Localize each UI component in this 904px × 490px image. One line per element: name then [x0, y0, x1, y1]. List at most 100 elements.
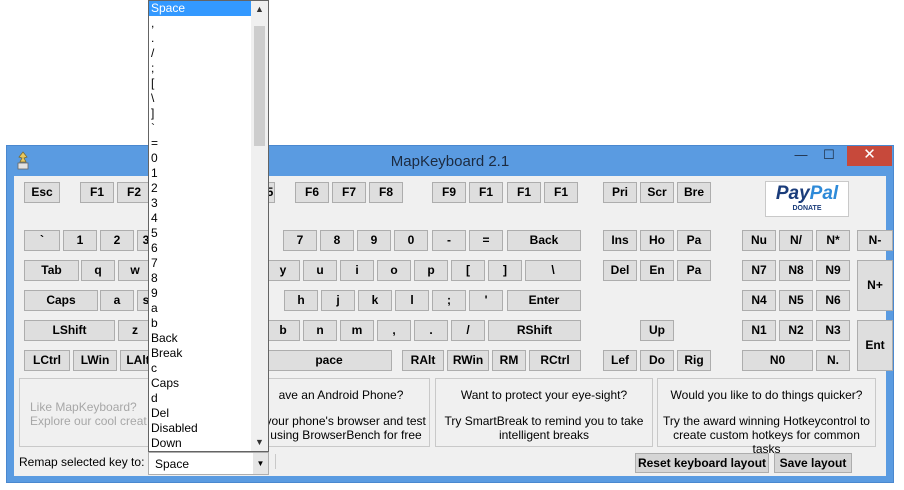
dropdown-option[interactable]: / — [149, 46, 251, 61]
key-f1[interactable]: F1 — [507, 182, 541, 203]
close-button[interactable]: ✕ — [847, 146, 892, 166]
dropdown-list[interactable]: Space,. /;[\] ` = 0 1 2 3 4 5 6 7 8 9 a b Back Break c Caps… — [149, 1, 251, 451]
key-rwin[interactable]: RWin — [447, 350, 489, 371]
key-tab[interactable]: Tab — [24, 260, 79, 281]
remap-key-dropdown[interactable]: Space,. /;[\] ` = 0 1 2 3 4 5 6 7 8 9 a b Back Break c Caps… — [148, 0, 269, 452]
dropdown-option[interactable]: 8 — [149, 271, 251, 286]
key-symbol[interactable]: \ — [525, 260, 581, 281]
key-lctrl[interactable]: LCtrl — [24, 350, 70, 371]
key-ent[interactable]: Ent — [857, 320, 893, 371]
key-l[interactable]: l — [395, 290, 429, 311]
dropdown-option[interactable]: 6 — [149, 241, 251, 256]
key-symbol[interactable]: [ — [451, 260, 485, 281]
key-symbol[interactable]: ` — [24, 230, 60, 251]
key-a[interactable]: a — [100, 290, 134, 311]
dropdown-option[interactable]: ` — [149, 121, 251, 136]
reset-keyboard-layout-button[interactable]: Reset keyboard layout — [635, 453, 769, 473]
dropdown-option[interactable]: Down — [149, 436, 251, 451]
key-o[interactable]: o — [377, 260, 411, 281]
key-f2[interactable]: F2 — [117, 182, 151, 203]
paypal-donate-button[interactable]: PayPal DONATE — [765, 181, 849, 217]
scroll-down-icon[interactable]: ▼ — [251, 434, 268, 451]
promo-hotkey-panel[interactable]: Would you like to do things quicker? Try… — [657, 378, 876, 456]
key-rig[interactable]: Rig — [677, 350, 711, 371]
key-symbol[interactable]: ' — [469, 290, 503, 311]
dropdown-option[interactable]: = — [149, 136, 251, 151]
key-2[interactable]: 2 — [100, 230, 134, 251]
key-pa[interactable]: Pa — [677, 260, 711, 281]
key-f9[interactable]: F9 — [432, 182, 466, 203]
dropdown-option[interactable]: b — [149, 316, 251, 331]
key-lshift[interactable]: LShift — [24, 320, 115, 341]
dropdown-option[interactable]: Disabled — [149, 421, 251, 436]
dropdown-option[interactable]: d — [149, 391, 251, 406]
key-n2[interactable]: N2 — [779, 320, 813, 341]
key-rm[interactable]: RM — [492, 350, 526, 371]
dropdown-option[interactable]: Space — [149, 1, 251, 16]
dropdown-option[interactable]: 4 — [149, 211, 251, 226]
key-pace[interactable]: pace — [266, 350, 392, 371]
key-back[interactable]: Back — [507, 230, 581, 251]
key-n0[interactable]: N0 — [742, 350, 813, 371]
key-ins[interactable]: Ins — [603, 230, 637, 251]
dropdown-option[interactable]: Break — [149, 346, 251, 361]
key-w[interactable]: w — [118, 260, 152, 281]
key-h[interactable]: h — [284, 290, 318, 311]
dropdown-option[interactable]: \ — [149, 91, 251, 106]
key-pri[interactable]: Pri — [603, 182, 637, 203]
key-9[interactable]: 9 — [357, 230, 391, 251]
key-esc[interactable]: Esc — [24, 182, 60, 203]
key-f6[interactable]: F6 — [295, 182, 329, 203]
key-symbol[interactable]: , — [377, 320, 411, 341]
key-n3[interactable]: N3 — [816, 320, 850, 341]
save-layout-button[interactable]: Save layout — [774, 453, 852, 473]
dropdown-option[interactable]: 1 — [149, 166, 251, 181]
key-n1[interactable]: N1 — [742, 320, 776, 341]
key-n[interactable]: N+ — [857, 260, 893, 311]
key-n[interactable]: n — [303, 320, 337, 341]
key-n6[interactable]: N6 — [816, 290, 850, 311]
key-f1[interactable]: F1 — [80, 182, 114, 203]
dropdown-option[interactable]: 2 — [149, 181, 251, 196]
dropdown-option[interactable]: ; — [149, 61, 251, 76]
key-k[interactable]: k — [358, 290, 392, 311]
key-u[interactable]: u — [303, 260, 337, 281]
key-n9[interactable]: N9 — [816, 260, 850, 281]
key-i[interactable]: i — [340, 260, 374, 281]
key-do[interactable]: Do — [640, 350, 674, 371]
key-b[interactable]: b — [266, 320, 300, 341]
dropdown-option[interactable]: Caps — [149, 376, 251, 391]
scrollbar-thumb[interactable] — [254, 26, 265, 146]
promo-smartbreak-panel[interactable]: Want to protect your eye-sight? Try Smar… — [435, 378, 653, 447]
key-nu[interactable]: Nu — [742, 230, 776, 251]
key-scr[interactable]: Scr — [640, 182, 674, 203]
promo-android-panel[interactable]: ave an Android Phone? k your phone's bro… — [252, 378, 430, 447]
key-q[interactable]: q — [81, 260, 115, 281]
key-symbol[interactable]: / — [451, 320, 485, 341]
dropdown-option[interactable]: ] — [149, 106, 251, 121]
key-symbol[interactable]: = — [469, 230, 503, 251]
dropdown-option[interactable]: 5 — [149, 226, 251, 241]
key-f8[interactable]: F8 — [369, 182, 403, 203]
key-bre[interactable]: Bre — [677, 182, 711, 203]
key-lef[interactable]: Lef — [603, 350, 637, 371]
key-n[interactable]: N- — [857, 230, 893, 251]
dropdown-option[interactable]: 0 — [149, 151, 251, 166]
key-ralt[interactable]: RAlt — [402, 350, 444, 371]
key-n[interactable]: N. — [816, 350, 850, 371]
minimize-button[interactable]: — — [787, 146, 815, 166]
dropdown-option[interactable]: [ — [149, 76, 251, 91]
dropdown-option[interactable]: 9 — [149, 286, 251, 301]
dropdown-option[interactable]: 3 — [149, 196, 251, 211]
remap-key-select[interactable]: Space ▼ — [148, 452, 269, 475]
key-pa[interactable]: Pa — [677, 230, 711, 251]
key-n7[interactable]: N7 — [742, 260, 776, 281]
dropdown-option[interactable]: . — [149, 31, 251, 46]
dropdown-option[interactable]: a — [149, 301, 251, 316]
key-z[interactable]: z — [118, 320, 152, 341]
dropdown-option[interactable]: Back — [149, 331, 251, 346]
dropdown-option[interactable]: Del — [149, 406, 251, 421]
key-y[interactable]: y — [266, 260, 300, 281]
key-up[interactable]: Up — [640, 320, 674, 341]
key-7[interactable]: 7 — [283, 230, 317, 251]
